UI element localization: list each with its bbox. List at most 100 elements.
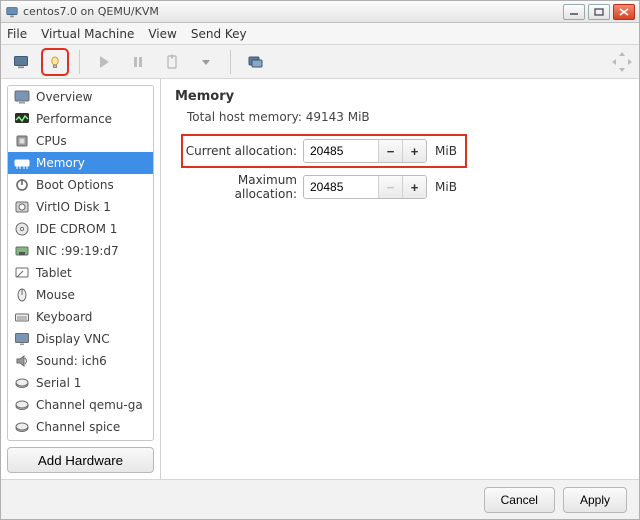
details-view-button[interactable] — [43, 50, 67, 74]
sidebar: Overview Performance CPUs Memory Boot Option… — [1, 79, 161, 479]
add-hardware-button[interactable]: Add Hardware — [7, 447, 154, 473]
minimize-button[interactable] — [563, 4, 585, 20]
vm-details-window: centos7.0 on QEMU/KVM File Virtual Machi… — [0, 0, 640, 520]
sound-icon — [14, 353, 30, 369]
cpu-icon — [14, 133, 30, 149]
nic-icon — [14, 243, 30, 259]
menu-virtual-machine[interactable]: Virtual Machine — [41, 27, 134, 41]
sidebar-item-tablet[interactable]: Tablet — [8, 262, 153, 284]
max-allocation-input[interactable] — [304, 176, 378, 198]
keyboard-icon — [14, 309, 30, 325]
sidebar-item-label: Boot Options — [36, 178, 114, 192]
current-allocation-unit: MiB — [435, 144, 457, 158]
overview-icon — [14, 89, 30, 105]
sidebar-item-label: IDE CDROM 1 — [36, 222, 117, 236]
sidebar-item-cpus[interactable]: CPUs — [8, 130, 153, 152]
max-allocation-unit: MiB — [435, 180, 457, 194]
run-button[interactable] — [92, 50, 116, 74]
menu-file[interactable]: File — [7, 27, 27, 41]
sidebar-item-video-qxl[interactable]: Video QXL — [8, 438, 153, 441]
sidebar-item-memory[interactable]: Memory — [8, 152, 153, 174]
pause-button[interactable] — [126, 50, 150, 74]
sidebar-item-keyboard[interactable]: Keyboard — [8, 306, 153, 328]
current-allocation-row: Current allocation: − + MiB — [185, 138, 463, 164]
sidebar-item-label: Display VNC — [36, 332, 110, 346]
sidebar-item-label: Tablet — [36, 266, 72, 280]
sidebar-item-label: Channel spice — [36, 420, 120, 434]
sidebar-item-serial-1[interactable]: Serial 1 — [8, 372, 153, 394]
sidebar-item-label: NIC :99:19:d7 — [36, 244, 119, 258]
sidebar-item-label: Channel qemu-ga — [36, 398, 143, 412]
close-button[interactable] — [613, 4, 635, 20]
host-memory-row: Total host memory: 49143 MiB — [187, 110, 625, 124]
toolbar-sep-1 — [79, 50, 80, 74]
sidebar-item-label: Keyboard — [36, 310, 92, 324]
vm-icon — [5, 5, 19, 19]
sidebar-item-label: Memory — [36, 156, 85, 170]
sidebar-item-label: Sound: ich6 — [36, 354, 107, 368]
toolbar — [1, 45, 639, 79]
sidebar-item-mouse[interactable]: Mouse — [8, 284, 153, 306]
current-allocation-spin: − + — [303, 139, 427, 163]
host-memory-unit: MiB — [348, 110, 370, 124]
sidebar-item-virtio-disk-1[interactable]: VirtIO Disk 1 — [8, 196, 153, 218]
sidebar-item-label: Serial 1 — [36, 376, 81, 390]
toolbar-sep-2 — [230, 50, 231, 74]
sidebar-item-boot-options[interactable]: Boot Options — [8, 174, 153, 196]
host-memory-label: Total host memory: — [187, 110, 302, 124]
boot-icon — [14, 177, 30, 193]
hardware-list[interactable]: Overview Performance CPUs Memory Boot Option… — [7, 85, 154, 441]
max-allocation-label: Maximum allocation: — [185, 173, 297, 201]
max-allocation-row: Maximum allocation: − + MiB — [185, 174, 625, 200]
current-allocation-label: Current allocation: — [185, 144, 297, 158]
sidebar-item-overview[interactable]: Overview — [8, 86, 153, 108]
cdrom-icon — [14, 221, 30, 237]
current-allocation-decr-button[interactable]: − — [378, 140, 402, 162]
cancel-button[interactable]: Cancel — [484, 487, 555, 513]
max-allocation-decr-button[interactable]: − — [378, 176, 402, 198]
fullscreen-button[interactable] — [243, 50, 267, 74]
channel-icon — [14, 419, 30, 435]
footer: Cancel Apply — [1, 479, 639, 519]
titlebar: centos7.0 on QEMU/KVM — [1, 1, 639, 23]
current-allocation-input[interactable] — [304, 140, 378, 162]
max-allocation-incr-button[interactable]: + — [402, 176, 426, 198]
current-allocation-incr-button[interactable]: + — [402, 140, 426, 162]
window-title: centos7.0 on QEMU/KVM — [23, 5, 563, 18]
section-heading: Memory — [175, 89, 625, 104]
sidebar-item-label: VirtIO Disk 1 — [36, 200, 111, 214]
window-buttons — [563, 4, 635, 20]
sidebar-item-ide-cdrom-1[interactable]: IDE CDROM 1 — [8, 218, 153, 240]
sidebar-item-nic-99-19-d7[interactable]: NIC :99:19:d7 — [8, 240, 153, 262]
perf-icon — [14, 111, 30, 127]
display-icon — [14, 331, 30, 347]
apply-button[interactable]: Apply — [563, 487, 627, 513]
sidebar-item-sound-ich6[interactable]: Sound: ich6 — [8, 350, 153, 372]
memory-icon — [14, 155, 30, 171]
serial-icon — [14, 375, 30, 391]
sidebar-item-label: CPUs — [36, 134, 67, 148]
menu-send-key[interactable]: Send Key — [191, 27, 247, 41]
sidebar-item-label: Overview — [36, 90, 93, 104]
maximize-button[interactable] — [588, 4, 610, 20]
tablet-icon — [14, 265, 30, 281]
sidebar-item-label: Mouse — [36, 288, 75, 302]
disk-icon — [14, 199, 30, 215]
channel-icon — [14, 397, 30, 413]
content-pane: Memory Total host memory: 49143 MiB Curr… — [161, 79, 639, 479]
shutdown-menu-button[interactable] — [194, 50, 218, 74]
sidebar-item-channel-qemu-ga[interactable]: Channel qemu-ga — [8, 394, 153, 416]
host-memory-value: 49143 — [306, 110, 344, 124]
sidebar-item-display-vnc[interactable]: Display VNC — [8, 328, 153, 350]
move-handle-icon[interactable] — [611, 51, 633, 76]
body: Overview Performance CPUs Memory Boot Option… — [1, 79, 639, 479]
menu-view[interactable]: View — [148, 27, 176, 41]
menubar: File Virtual Machine View Send Key — [1, 23, 639, 45]
sidebar-item-label: Performance — [36, 112, 112, 126]
console-view-button[interactable] — [9, 50, 33, 74]
max-allocation-spin: − + — [303, 175, 427, 199]
sidebar-item-channel-spice[interactable]: Channel spice — [8, 416, 153, 438]
sidebar-item-performance[interactable]: Performance — [8, 108, 153, 130]
shutdown-button[interactable] — [160, 50, 184, 74]
mouse-icon — [14, 287, 30, 303]
